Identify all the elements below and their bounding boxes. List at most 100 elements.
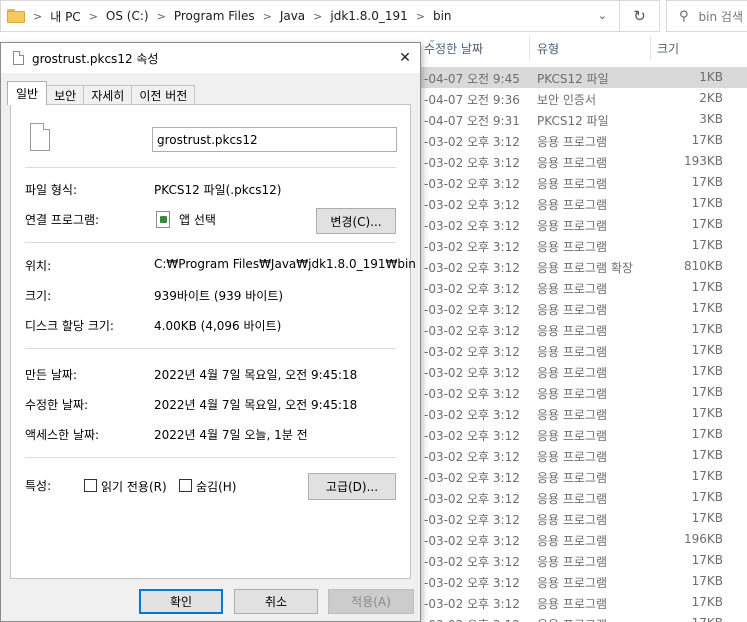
general-tab-panel: 파일 형식: PKCS12 파일(.pkcs12) 연결 프로그램: 앱 선택 … [10,104,416,579]
file-date: -03-02 오후 3:12 [424,324,520,338]
file-type: 응용 프로그램 [537,366,608,380]
search-placeholder: bin 검색 [698,9,743,24]
file-size: 17KB [691,427,723,441]
modified-label: 수정한 날짜: [25,398,89,412]
file-date: -03-02 오후 3:12 [424,513,520,527]
tab-security[interactable]: 보안 [46,85,85,105]
file-date: -03-02 오후 3:12 [424,492,520,506]
breadcrumb-item[interactable]: 내 PC [50,8,80,25]
tab-strip: 일반 보안 자세히 이전 버전 [7,81,196,105]
location-label: 위치: [25,259,52,273]
size-value: 939바이트 (939 바이트) [154,289,284,303]
chevron-right-icon: > [313,9,323,23]
file-date: -03-02 오후 3:12 [424,555,520,569]
hidden-label[interactable]: 숨김(H) [196,478,236,495]
modified-value: 2022년 4월 7일 목요일, 오전 9:45:18 [154,398,358,412]
file-size: 1KB [699,70,723,84]
tab-previous-versions[interactable]: 이전 버전 [131,85,196,105]
readonly-label[interactable]: 읽기 전용(R) [101,478,167,495]
column-divider[interactable] [650,36,651,60]
search-icon: ⚲ [679,8,689,24]
file-size: 2KB [699,91,723,105]
column-header-date[interactable]: 수정한 날짜 [424,40,483,57]
file-size: 193KB [683,154,723,168]
breadcrumb-item[interactable]: bin [433,9,452,23]
file-type: 응용 프로그램 [537,408,608,422]
file-type: 응용 프로그램 [537,387,608,401]
file-type: PKCS12 파일 [537,72,609,86]
file-size: 17KB [691,196,723,210]
readonly-checkbox[interactable] [84,479,97,492]
file-type: 보안 인증서 [537,93,597,107]
file-size: 17KB [691,595,723,609]
file-type: 응용 프로그램 [537,576,608,590]
file-size: 17KB [691,511,723,525]
size-label: 크기: [25,289,52,303]
chevron-down-icon[interactable]: ⌄ [598,9,607,22]
file-type: 응용 프로그램 [537,282,608,296]
file-size: 17KB [691,490,723,504]
close-icon: ✕ [399,50,411,66]
folder-icon [7,9,25,23]
file-date: -03-02 오후 3:12 [424,534,520,548]
breadcrumb-item[interactable]: jdk1.8.0_191 [330,9,407,23]
file-date: -04-07 오전 9:45 [424,72,520,86]
chevron-right-icon: > [262,9,272,23]
file-size: 17KB [691,133,723,147]
file-size: 17KB [691,343,723,357]
file-type: 응용 프로그램 [537,303,608,317]
column-header-type[interactable]: 유형 [537,40,559,57]
file-type: 응용 프로그램 [537,177,608,191]
file-type: 응용 프로그램 [537,555,608,569]
filename-field[interactable] [152,127,397,152]
column-header-size[interactable]: 크기 [657,40,679,57]
file-type: 응용 프로그램 [537,240,608,254]
file-date: -03-02 오후 3:12 [424,282,520,296]
file-type: 응용 프로그램 [537,534,608,548]
file-date: -03-02 오후 3:12 [424,597,520,611]
file-size: 17KB [691,448,723,462]
dialog-titlebar[interactable]: grostrust.pkcs12 속성 ✕ [1,43,420,73]
file-size: 17KB [691,385,723,399]
chevron-right-icon: > [33,9,43,23]
apply-button[interactable]: 적용(A) [328,589,414,614]
change-button[interactable]: 변경(C)... [316,208,396,234]
file-type: PKCS12 파일 [537,114,609,128]
hidden-checkbox[interactable] [179,479,192,492]
advanced-button[interactable]: 고급(D)... [308,473,396,500]
tab-general[interactable]: 일반 [7,81,48,105]
file-date: -03-02 오후 3:12 [424,450,520,464]
file-type: 응용 프로그램 [537,513,608,527]
address-bar[interactable]: > 내 PC > OS (C:) > Program Files > Java … [0,0,660,32]
app-icon [156,211,170,228]
file-date: -03-02 오후 3:12 [424,387,520,401]
divider [25,167,396,168]
file-icon [13,51,24,65]
column-divider[interactable] [529,36,530,60]
file-size: 17KB [691,175,723,189]
close-button[interactable]: ✕ [390,43,420,73]
file-type: 응용 프로그램 [537,616,607,622]
file-date: -03-02 오후 3:12 [424,135,520,149]
breadcrumb-item[interactable]: Program Files [174,9,255,23]
tab-details[interactable]: 자세히 [83,85,133,105]
open-with-value: 앱 선택 [179,213,216,227]
file-size: 17KB [691,301,723,315]
file-date: -04-07 오전 9:36 [424,93,520,107]
cancel-button[interactable]: 취소 [234,589,318,614]
location-value: C:₩Program Files₩Java₩jdk1.8.0_191₩bin [154,257,416,271]
refresh-button[interactable]: ↻ [619,1,659,31]
search-input[interactable]: ⚲ bin 검색 [666,0,747,32]
file-date: -03-02 오후 3:12 [424,261,520,275]
ok-button[interactable]: 확인 [139,589,223,614]
file-date: -03-02 오후 3:12 [424,177,520,191]
file-date: -03-02 오후 3:12 [424,303,520,317]
file-size: 17KB [692,616,723,622]
file-type: 응용 프로그램 확장 [537,261,633,275]
file-type-label: 파일 형식: [25,183,78,197]
breadcrumb-item[interactable]: Java [280,9,305,23]
divider [25,242,396,243]
divider [25,457,396,458]
file-date: -03-02 오후 3:12 [424,471,520,485]
breadcrumb-item[interactable]: OS (C:) [106,9,149,23]
